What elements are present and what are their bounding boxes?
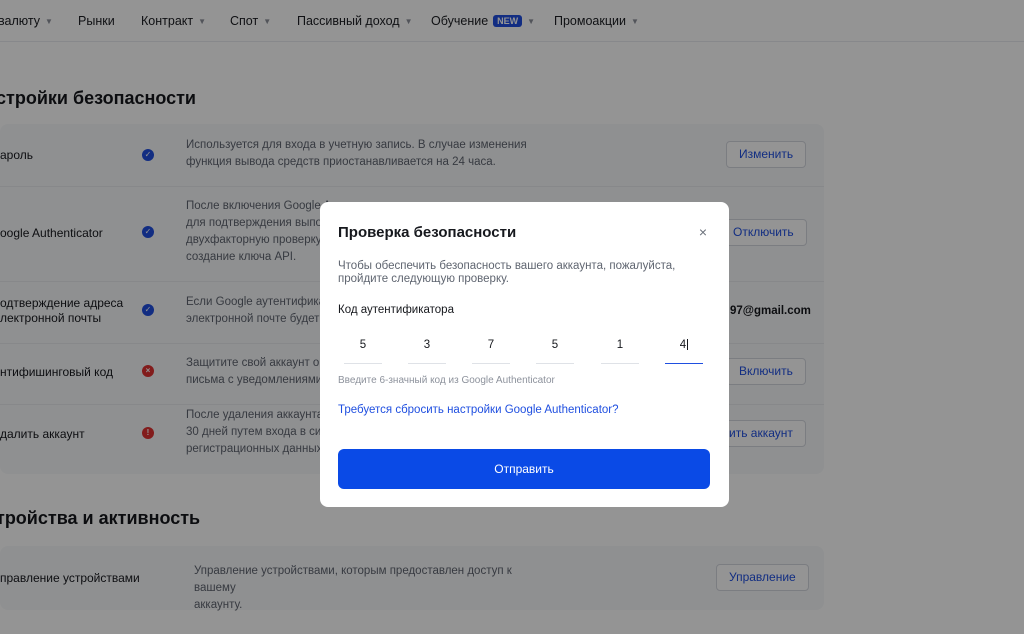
code-digit-input[interactable]: 5 — [536, 330, 574, 364]
submit-button[interactable]: Отправить — [338, 449, 710, 489]
code-digit-input[interactable]: 5 — [344, 330, 382, 364]
code-digit-input-active[interactable]: 4 — [665, 330, 703, 364]
authenticator-code-label: Код аутентификатора — [338, 304, 454, 316]
code-digit-input[interactable]: 3 — [408, 330, 446, 364]
security-verification-modal: Проверка безопасности × Чтобы обеспечить… — [320, 202, 729, 507]
text-cursor — [687, 339, 689, 351]
code-digit-input[interactable]: 1 — [601, 330, 639, 364]
close-icon[interactable]: × — [694, 223, 712, 241]
modal-title: Проверка безопасности — [338, 224, 517, 241]
code-digit-input[interactable]: 7 — [472, 330, 510, 364]
code-hint: Введите 6-значный код из Google Authenti… — [338, 375, 555, 386]
modal-description: Чтобы обеспечить безопасность вашего акк… — [338, 260, 676, 285]
reset-authenticator-link[interactable]: Требуется сбросить настройки Google Auth… — [338, 404, 619, 416]
